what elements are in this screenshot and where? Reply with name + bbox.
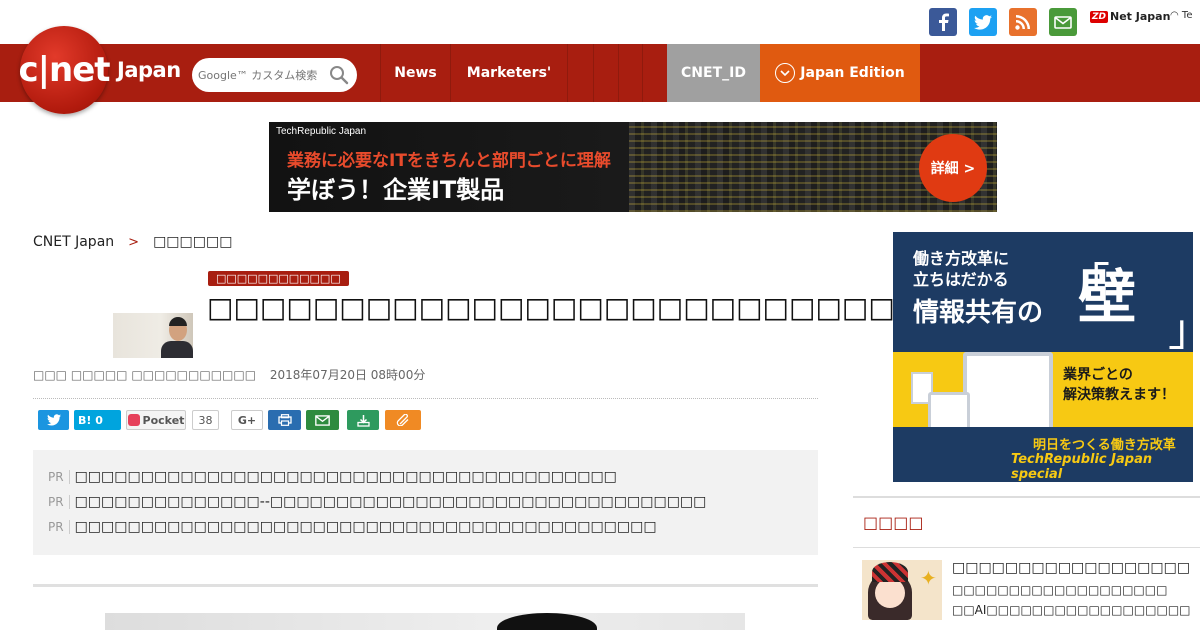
twitter-share-button[interactable] [38,410,69,430]
sidebar-ad-line2: 立ちはだかる [913,270,1009,289]
pr-item-text: □□□□□□□□□□□□□□□□□□□□□□□□□□□□□□□□□□□□□□□□… [74,468,617,485]
avatar-body [161,341,193,358]
sidebar-ad[interactable]: 働き方改革に 立ちはだかる 情報共有の 「 壁 」 業界ごとの 解決策教えます！… [893,232,1193,482]
breadcrumb: CNET Japan > □□□□□□ [33,234,232,250]
author-name: □□□ □□□□□ □□□□□□□□□□□ [33,368,257,382]
author-avatar [113,313,193,358]
nav-item-5[interactable] [618,44,643,102]
pr-item-text: □□□□□□□□□□□□□□□□□□□□□□□□□□□□□□□□□□□□□□□□… [74,518,657,535]
twitter-icon[interactable] [969,8,997,36]
edition-label: Japan Edition [800,65,905,81]
sidebar-ad-bracket-close: 」 [1168,294,1193,358]
publish-date: 2018年07月20日 08時00分 [269,368,426,382]
breadcrumb-current[interactable]: □□□□□□ [153,234,232,250]
related-article-thumbnail[interactable]: ✦ [862,560,942,620]
banner-headline: 業務に必要なITをきちんと部門ごとに理解 [287,151,611,171]
thumb-face [875,578,905,608]
article-hero-image [105,613,745,630]
nav-item-3[interactable] [567,44,593,102]
banner-details-button[interactable]: 詳細 > [919,134,987,202]
print-icon[interactable] [268,410,301,430]
chevron-down-icon [775,63,796,83]
pocket-icon [127,414,140,426]
avatar-hair [169,317,187,326]
pocket-label: Pocket [142,413,185,427]
sidebar-section-header: □□□□ [853,496,1200,548]
logo-region-label: Japan [117,58,181,82]
hatena-bookmark-button[interactable]: B! 0 [74,410,121,430]
clip-icon[interactable] [385,410,421,430]
sidebar-ad-line: 働き方改革に 立ちはだかる [913,248,1009,290]
sidebar-ad-foot1: 明日をつくる働き方改革 [1033,438,1176,453]
zdnet-label: Net Japan [1110,10,1171,23]
pr-item-text: □□□□□□□□□□□□□□--□□□□□□□□□□□□□□□□□□□□□□□□… [74,493,707,510]
banner-title: 学ぼう！企業IT製品 [287,176,505,204]
category-badge[interactable]: □□□□□□□□□□□□ [208,271,349,286]
cnet-id-button[interactable]: CNET_ID [667,44,760,102]
banner-ad[interactable]: TechRepublic Japan 業務に必要なITをきちんと部門ごとに理解 … [269,122,997,212]
edition-selector[interactable]: Japan Edition [760,44,920,102]
pr-tag: PR [48,469,70,484]
cnet-logo[interactable]: c|net [18,26,111,114]
search-icon[interactable] [329,65,349,89]
thumb-hat [872,562,908,582]
breadcrumb-separator: > [128,234,140,250]
related-article-line: □□AI□□□□□□□□□□□□□□□□□□ [952,603,1191,617]
mail-icon[interactable] [1049,8,1077,36]
sidebar-section-title: □□□□ [863,513,924,532]
hero-subject [497,613,597,630]
techrepublic-link[interactable]: ◠ Te [1170,10,1192,21]
sparkle-icon: ✦ [920,566,937,590]
pocket-count: 38 [192,410,219,430]
rss-icon[interactable] [1009,8,1037,36]
nav-marketers[interactable]: Marketers' [450,44,567,102]
zdnet-logo-icon: ZD [1090,10,1108,23]
pocket-button[interactable]: Pocket [126,410,186,430]
section-divider [33,584,818,587]
pr-tag: PR [48,494,70,509]
download-icon[interactable] [347,410,379,430]
breadcrumb-root[interactable]: CNET Japan [33,234,114,250]
sidebar-ad-big-char: 壁 [1078,263,1137,331]
sidebar-ad-line1: 働き方改革に [913,249,1010,268]
sidebar-ad-sub: 業界ごとの 解決策教えます！ [1063,365,1175,405]
article-byline: □□□ □□□□□ □□□□□□□□□□□ 2018年07月20日 08時00分 [33,366,425,383]
pr-item[interactable]: PR □□□□□□□□□□□□□□--□□□□□□□□□□□□□□□□□□□□□… [48,489,803,514]
search-input[interactable] [198,68,330,82]
nav-news[interactable]: News [380,44,450,102]
divider [33,398,818,399]
monitor-illustration [963,352,1053,432]
pr-tag: PR [48,519,70,534]
article-title: □□□□□□□□□□□□□□□□□□□□□□□□□□□□ [207,291,948,324]
sidebar-ad-sub2: 解決策教えます！ [1063,387,1175,403]
pr-links-box: PR □□□□□□□□□□□□□□□□□□□□□□□□□□□□□□□□□□□□□… [33,450,818,555]
techrepublic-logo-icon: ◠ [1170,10,1179,21]
nav-item-4[interactable] [593,44,618,102]
pr-item[interactable]: PR □□□□□□□□□□□□□□□□□□□□□□□□□□□□□□□□□□□□□… [48,514,803,539]
top-utility-bar: ZD Net Japan ◠ Te [0,0,1200,44]
banner-source: TechRepublic Japan [276,126,367,137]
sidebar-ad-foot2: TechRepublic Japan special [1011,452,1153,482]
google-plus-button[interactable]: G+ [231,410,263,430]
facebook-icon[interactable] [929,8,957,36]
pr-item[interactable]: PR □□□□□□□□□□□□□□□□□□□□□□□□□□□□□□□□□□□□□… [48,464,803,489]
zdnet-japan-link[interactable]: ZD Net Japan [1090,10,1170,23]
related-article-title[interactable]: □□□□□□□□□□□□□□□□□□ [952,560,1190,576]
related-article-line: □□□□□□□□□□□□□□□□□□□ [952,583,1168,597]
search-box [192,58,357,92]
email-share-icon[interactable] [306,410,339,430]
sidebar-ad-sub1: 業界ごとの [1063,367,1133,383]
sidebar-ad-line3: 情報共有の [913,298,1044,328]
